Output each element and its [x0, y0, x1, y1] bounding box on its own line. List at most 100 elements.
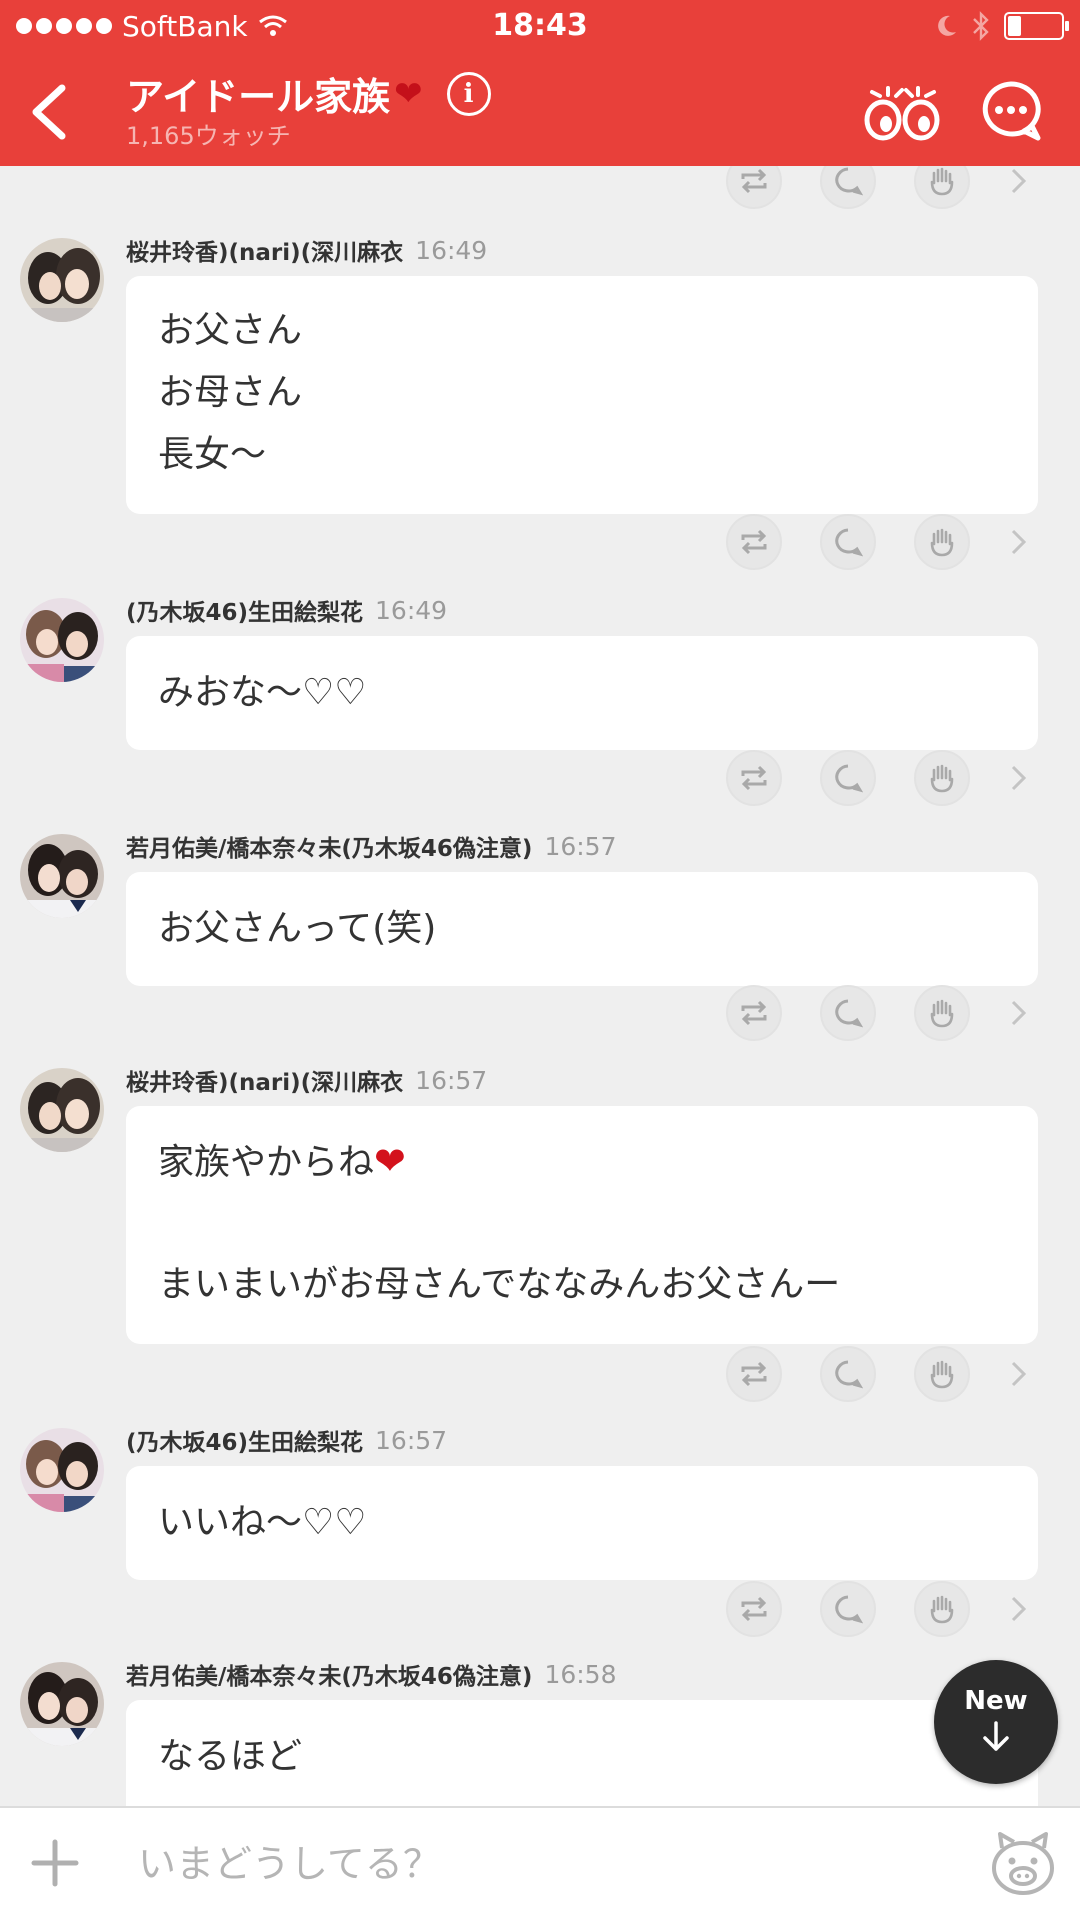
retweet-button[interactable]	[726, 985, 782, 1041]
watch-count: 1,165ウォッチ	[126, 122, 291, 150]
avatar[interactable]	[20, 598, 104, 682]
top-bar: SoftBank 18:43 アイドール家族 ❤ i 1,165ウォッチ	[0, 0, 1080, 166]
new-label: New	[964, 1686, 1028, 1716]
post-time: 16:58	[544, 1659, 617, 1689]
reply-button[interactable]	[820, 1581, 876, 1637]
author-name[interactable]: (乃木坂46)生田絵梨花	[126, 593, 363, 627]
avatar-image	[20, 238, 104, 322]
heart-emoji: ❤	[394, 73, 423, 114]
clap-icon	[930, 999, 954, 1028]
clap-button[interactable]	[914, 166, 970, 209]
clap-button[interactable]	[914, 985, 970, 1041]
message-bubble[interactable]: お父さん お母さん 長女〜	[126, 276, 1038, 514]
post-time: 16:49	[415, 235, 488, 265]
avatar-image	[20, 1428, 104, 1512]
post-actions	[726, 747, 1034, 809]
post-time: 16:57	[375, 1425, 448, 1455]
heart-emoji: ❤	[374, 1139, 406, 1183]
retweet-button[interactable]	[726, 750, 782, 806]
author-name[interactable]: 若月佑美/橋本奈々未(乃木坂46偽注意)	[126, 1657, 532, 1691]
page-title: アイドール家族	[126, 75, 391, 119]
author-name[interactable]: 桜井玲香)(nari)(深川麻衣	[126, 233, 403, 267]
reply-button[interactable]	[820, 750, 876, 806]
pig-face-icon[interactable]	[988, 1828, 1058, 1898]
message-line: なるほど	[158, 1736, 303, 1777]
post-actions	[726, 982, 1034, 1044]
author-name[interactable]: 若月佑美/橋本奈々未(乃木坂46偽注意)	[126, 829, 532, 863]
message-bubble[interactable]: いいね〜♡♡	[126, 1466, 1038, 1580]
more-button[interactable]	[1004, 993, 1034, 1033]
retweet-button[interactable]	[726, 1581, 782, 1637]
post-meta: 若月佑美/橋本奈々未(乃木坂46偽注意) 16:57	[126, 828, 616, 864]
author-name[interactable]: (乃木坂46)生田絵梨花	[126, 1423, 363, 1457]
avatar[interactable]	[20, 1068, 104, 1152]
more-button[interactable]	[1004, 758, 1034, 798]
message-line: 家族やからね❤	[158, 1130, 1006, 1192]
post-actions	[726, 511, 1034, 573]
clap-icon	[930, 1595, 954, 1624]
clap-button[interactable]	[914, 750, 970, 806]
status-bar: SoftBank 18:43	[0, 0, 1080, 52]
chevron-right-icon	[1011, 1361, 1027, 1387]
message-feed[interactable]: 桜井玲香)(nari)(深川麻衣 16:49 お父さん お母さん 長女〜 (乃木…	[0, 166, 1080, 1806]
retweet-icon	[741, 1361, 767, 1387]
more-button[interactable]	[1004, 1354, 1034, 1394]
retweet-button[interactable]	[726, 166, 782, 209]
avatar[interactable]	[20, 1428, 104, 1512]
reply-button[interactable]	[820, 985, 876, 1041]
post-meta: 若月佑美/橋本奈々未(乃木坂46偽注意) 16:58	[126, 1656, 616, 1692]
reply-button[interactable]	[820, 1346, 876, 1402]
chat-bubble-button[interactable]	[980, 80, 1042, 142]
chevron-right-icon	[1011, 529, 1027, 555]
retweet-button[interactable]	[726, 1346, 782, 1402]
post-meta: (乃木坂46)生田絵梨花 16:49	[126, 592, 447, 628]
back-button[interactable]	[22, 76, 82, 146]
avatar[interactable]	[20, 238, 104, 322]
status-icons	[936, 8, 1069, 44]
author-name[interactable]: 桜井玲香)(nari)(深川麻衣	[126, 1063, 403, 1097]
reply-icon	[835, 167, 863, 196]
post-meta: 桜井玲香)(nari)(深川麻衣 16:49	[126, 232, 487, 268]
compose-input[interactable]	[138, 1834, 918, 1894]
reply-button[interactable]	[820, 514, 876, 570]
retweet-button[interactable]	[726, 514, 782, 570]
info-button[interactable]: i	[446, 71, 491, 116]
message-bubble[interactable]: みおな〜♡♡	[126, 636, 1038, 750]
more-button[interactable]	[1004, 166, 1034, 201]
reply-icon	[835, 528, 863, 557]
reply-button[interactable]	[820, 166, 876, 209]
clap-icon	[930, 1360, 954, 1389]
avatar-image	[20, 1662, 104, 1746]
post-actions	[726, 166, 1034, 212]
message-bubble[interactable]: なるほど	[126, 1700, 1038, 1806]
plus-button[interactable]	[30, 1838, 80, 1888]
moon-icon	[938, 15, 956, 36]
watch-eyes-button[interactable]	[862, 78, 942, 144]
new-messages-button[interactable]: New	[934, 1660, 1058, 1784]
avatar[interactable]	[20, 834, 104, 918]
clap-button[interactable]	[914, 514, 970, 570]
clap-button[interactable]	[914, 1581, 970, 1637]
chevron-right-icon	[1011, 168, 1027, 194]
battery-level	[1008, 16, 1021, 36]
clap-icon	[930, 528, 954, 557]
clap-button[interactable]	[914, 1346, 970, 1402]
post-time: 16:57	[415, 1065, 488, 1095]
message-line: 長女〜	[158, 434, 267, 475]
message-line: まいまいがお母さんでななみんお父さんー	[158, 1264, 841, 1305]
clap-icon	[930, 167, 954, 196]
avatar-image	[20, 1068, 104, 1152]
reply-icon	[835, 999, 863, 1028]
message-line: みおな〜♡♡	[158, 672, 367, 713]
chevron-right-icon	[1011, 1596, 1027, 1622]
message-text: 家族やからね	[158, 1142, 375, 1183]
retweet-icon	[741, 1000, 767, 1026]
message-bubble[interactable]: お父さんって(笑)	[126, 872, 1038, 986]
message-bubble[interactable]: 家族やからね❤ まいまいがお母さんでななみんお父さんー	[126, 1106, 1038, 1344]
more-button[interactable]	[1004, 1589, 1034, 1629]
battery-icon	[1004, 12, 1069, 40]
more-button[interactable]	[1004, 522, 1034, 562]
avatar[interactable]	[20, 1662, 104, 1746]
chevron-right-icon	[1011, 765, 1027, 791]
status-time: 18:43	[492, 8, 588, 43]
